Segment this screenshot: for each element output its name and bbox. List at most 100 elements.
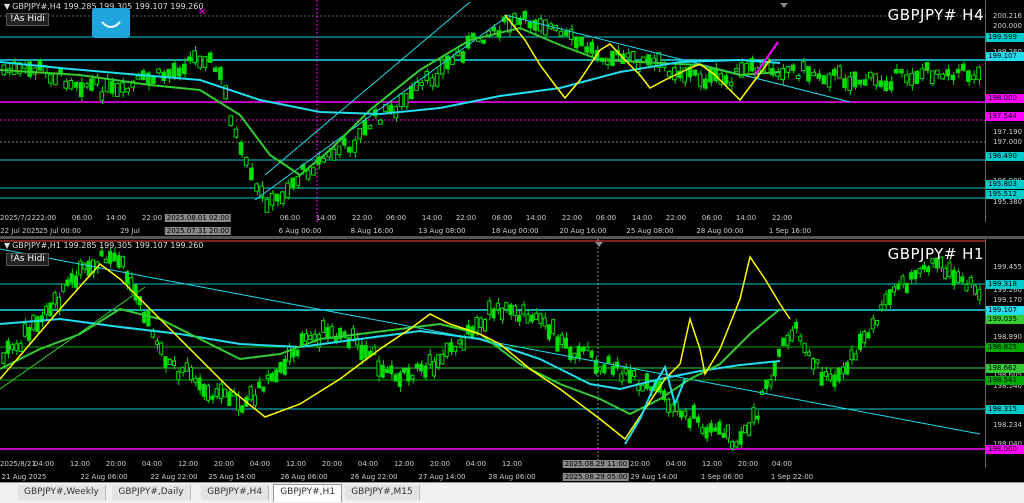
- chart-pane-h1[interactable]: ▼ GBPJPY#,H1 199.285 199.305 199.107 199.…: [0, 239, 1024, 482]
- candle: [252, 394, 257, 406]
- candle: [114, 82, 120, 97]
- date-label: 1 Sep 06:00: [700, 473, 744, 481]
- candle: [243, 156, 249, 166]
- candle: [146, 310, 151, 327]
- chart-pane-h4[interactable]: ✕ ▼ GBPJPY#,H4 199.285 199.305 199.107 19…: [0, 0, 1024, 236]
- candle: [738, 431, 743, 445]
- candle: [357, 128, 363, 140]
- as-hidi-button[interactable]: !As Hidi: [6, 253, 49, 266]
- candle: [419, 363, 424, 372]
- candle: [606, 356, 611, 364]
- candle: [254, 183, 259, 192]
- candle: [414, 363, 419, 369]
- candle: [82, 262, 87, 270]
- candle: [278, 361, 283, 373]
- candle: [444, 342, 449, 357]
- date-label: 8 Aug 16:00: [350, 227, 394, 235]
- candle: [700, 426, 705, 434]
- trend-line: [254, 17, 506, 201]
- candle: [584, 46, 589, 53]
- price-tag: 198.825: [986, 343, 1024, 352]
- candle: [847, 76, 853, 91]
- candle: [951, 269, 956, 286]
- candle: [108, 250, 113, 264]
- candle: [692, 69, 698, 76]
- candle: [159, 342, 164, 355]
- candle: [112, 252, 117, 262]
- candle: [538, 313, 543, 325]
- candle: [18, 342, 23, 353]
- candle: [579, 36, 584, 47]
- h4-chart-canvas[interactable]: ✕: [0, 0, 1024, 236]
- candle: [943, 267, 948, 279]
- candle: [52, 292, 57, 305]
- tab-weekly[interactable]: GBPJPY#,Weekly: [18, 485, 106, 500]
- time-label: 04:00: [33, 460, 55, 468]
- candle: [274, 193, 280, 202]
- candle: [84, 83, 89, 88]
- candle: [717, 421, 722, 435]
- candle: [228, 115, 234, 127]
- time-label: 04:00: [771, 460, 793, 468]
- candle: [772, 361, 777, 377]
- trend-line: [0, 286, 146, 390]
- price-axis[interactable]: 200.216200.000199.260198.110197.190197.0…: [985, 0, 1024, 222]
- candle: [940, 73, 945, 80]
- candle: [625, 52, 631, 59]
- candle: [403, 92, 409, 108]
- candle: [202, 56, 208, 68]
- date-label: 26 Aug 06:00: [280, 473, 328, 481]
- candle: [800, 61, 806, 72]
- candle: [104, 78, 110, 93]
- candle: [218, 67, 223, 80]
- indicator-logo-icon[interactable]: [92, 8, 130, 38]
- candle: [512, 13, 517, 26]
- collapse-icon[interactable]: ▼: [4, 2, 10, 11]
- candle: [406, 368, 411, 382]
- time-label: 14:00: [525, 214, 547, 222]
- candle: [65, 279, 70, 286]
- collapse-icon[interactable]: ▼: [4, 241, 10, 250]
- candle: [1, 352, 6, 364]
- candle: [879, 304, 884, 310]
- candle: [529, 314, 534, 322]
- candle: [282, 358, 287, 375]
- price-label: 197.190: [993, 128, 1022, 136]
- candle: [744, 62, 749, 75]
- candle: [460, 51, 466, 63]
- candle: [563, 337, 568, 349]
- as-hidi-button[interactable]: !As Hidi: [6, 13, 49, 26]
- candle: [964, 284, 969, 292]
- time-label: 14:00: [631, 214, 653, 222]
- date-label: 22 Aug 06:00: [80, 473, 128, 481]
- candle: [192, 50, 197, 64]
- time-label: 06:00: [491, 214, 513, 222]
- candle: [862, 331, 867, 343]
- time-label: 06:00: [595, 214, 617, 222]
- tab-h1[interactable]: GBPJPY#,H1: [273, 484, 343, 502]
- h1-chart-canvas[interactable]: [0, 239, 1024, 482]
- candle: [47, 73, 53, 84]
- candle: [837, 65, 842, 79]
- candle: [290, 177, 295, 189]
- candle: [776, 349, 782, 357]
- candle: [347, 146, 352, 153]
- tab-h4[interactable]: GBPJPY#,H4: [201, 485, 270, 500]
- candle: [852, 71, 858, 88]
- candle: [73, 82, 79, 88]
- candle: [450, 56, 455, 65]
- candle: [821, 75, 827, 85]
- candle: [240, 405, 245, 413]
- candle: [785, 334, 790, 346]
- price-tag: 199.107: [986, 306, 1024, 315]
- date-label: 28 Aug 06:00: [488, 473, 536, 481]
- candle: [893, 68, 899, 74]
- candle: [828, 373, 833, 381]
- candle: [299, 333, 304, 347]
- tab-m15[interactable]: GBPJPY#,M15: [345, 485, 420, 500]
- candle: [120, 256, 125, 268]
- tab-daily[interactable]: GBPJPY#,Daily: [112, 485, 191, 500]
- candle: [470, 32, 476, 39]
- price-axis[interactable]: 199.455 199.260 199.170 198.890 198.605 198.5…: [985, 239, 1024, 468]
- candle: [393, 374, 398, 382]
